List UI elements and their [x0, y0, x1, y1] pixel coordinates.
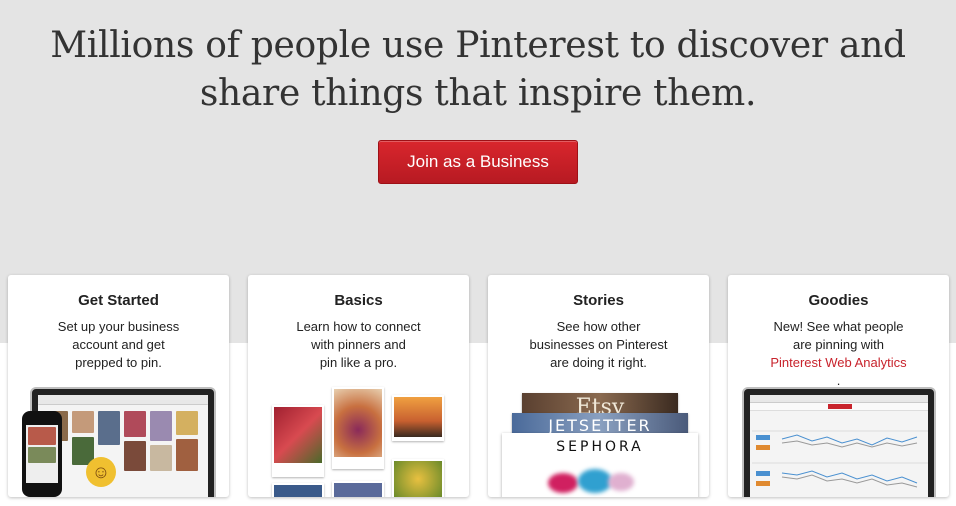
hero-title-line2: share things that inspire them. [199, 73, 757, 114]
hero-title: Millions of people use Pinterest to disc… [0, 22, 956, 118]
stories-illustration: Etsy JETSETTER SEPHORA [488, 385, 709, 497]
pins-illustration [248, 385, 469, 497]
card-get-started[interactable]: Get Started Set up your business account… [8, 275, 229, 497]
sephora-story: SEPHORA [502, 433, 698, 497]
devices-illustration: ☺ [8, 385, 229, 497]
card-stories[interactable]: Stories See how other businesses on Pint… [488, 275, 709, 497]
smiley-icon: ☺ [86, 457, 116, 487]
pinterest-web-analytics-link[interactable]: Pinterest Web Analytics [770, 355, 906, 370]
analytics-chart [752, 430, 928, 488]
analytics-illustration [728, 385, 949, 497]
card-title: Get Started [78, 292, 159, 309]
card-description: Learn how to connect with pinners and pi… [296, 319, 421, 370]
card-description: See how other businesses on Pinterest ar… [529, 319, 668, 370]
card-description: Set up your business account and get pre… [57, 319, 180, 370]
card-goodies[interactable]: Goodies New! See what people are pinning… [728, 275, 949, 497]
join-as-business-button[interactable]: Join as a Business [378, 140, 578, 184]
card-basics[interactable]: Basics Learn how to connect with pinners… [248, 275, 469, 497]
card-title: Goodies [808, 292, 869, 309]
card-description: New! See what people are pinning with Pi… [770, 319, 907, 388]
card-title: Basics [334, 292, 383, 309]
card-title: Stories [573, 292, 624, 309]
hero-title-line1: Millions of people use Pinterest to disc… [50, 25, 906, 66]
